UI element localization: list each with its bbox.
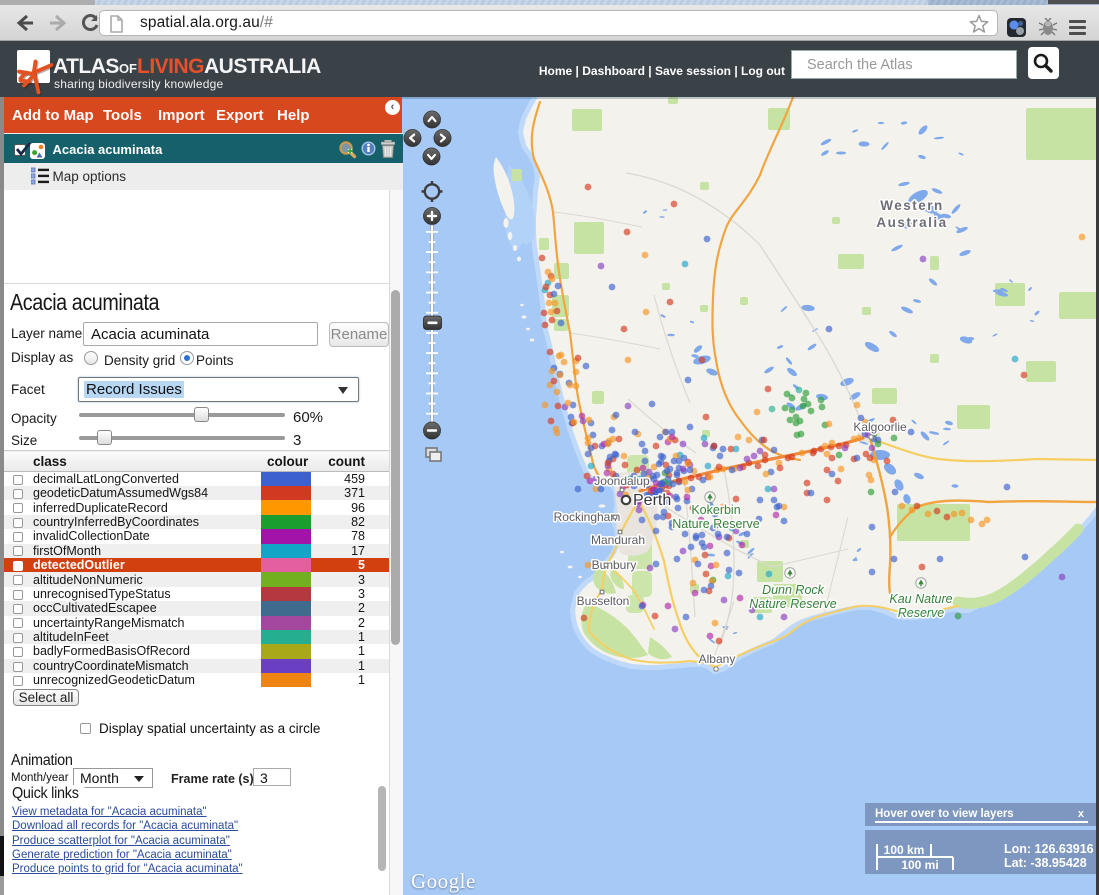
svg-text:Perth: Perth [633,492,671,509]
svg-text:Nature Reserve: Nature Reserve [672,517,760,531]
svg-text:Reserve: Reserve [898,606,945,620]
svg-text:Kokerbin: Kokerbin [691,503,740,517]
svg-text:Western: Western [880,198,944,213]
svg-text:Australia: Australia [876,215,947,230]
svg-text:Kau Nature: Kau Nature [889,592,952,606]
svg-text:Nature Reserve: Nature Reserve [749,597,837,611]
svg-text:Lon: 126.63916: Lon: 126.63916 [1004,842,1094,856]
svg-text:Lat: -38.95428: Lat: -38.95428 [1004,856,1087,870]
svg-text:Dunn Rock: Dunn Rock [762,583,825,597]
svg-text:100 mi: 100 mi [901,858,938,872]
svg-text:Mandurah: Mandurah [591,533,645,547]
svg-text:Busselton: Busselton [577,594,630,608]
svg-text:100 km: 100 km [884,843,925,857]
svg-text:Albany: Albany [699,652,736,666]
svg-text:Kalgoorlie: Kalgoorlie [853,420,907,434]
svg-text:Bunbury: Bunbury [592,558,637,572]
svg-text:Joondalup: Joondalup [594,474,650,488]
svg-text:Rockingham: Rockingham [554,510,621,524]
